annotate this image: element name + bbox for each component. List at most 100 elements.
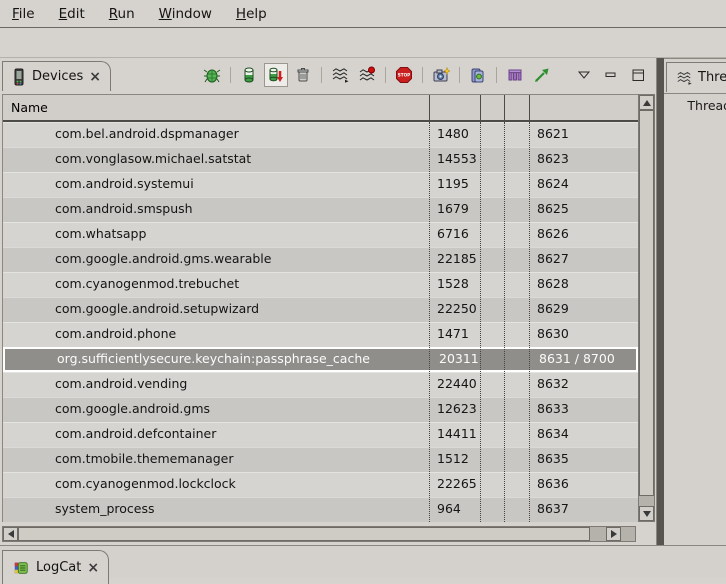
- horizontal-scrollbar-thumb[interactable]: [18, 527, 590, 541]
- table-row[interactable]: com.whatsapp 6716 8626: [3, 222, 638, 247]
- menu-window[interactable]: Window: [147, 6, 224, 22]
- heap-dump-icon: [267, 66, 285, 84]
- dump-hprof-button[interactable]: [264, 63, 288, 87]
- process-name: com.android.smspush: [55, 201, 193, 216]
- stats-bars-button[interactable]: [503, 63, 527, 87]
- toolbar-separator: [321, 67, 322, 83]
- column-divider[interactable]: [504, 95, 505, 120]
- threads-icon: [331, 66, 349, 84]
- update-threads-button[interactable]: [328, 63, 352, 87]
- column-header-name[interactable]: Name: [11, 100, 48, 115]
- threads-message-line2: (use toolbar button to enable): [664, 114, 726, 131]
- horizontal-scrollbar[interactable]: [2, 526, 636, 542]
- scroll-down-button[interactable]: [639, 506, 654, 521]
- column-gridline: [529, 122, 530, 522]
- table-row[interactable]: com.android.smspush 1679 8625: [3, 197, 638, 222]
- vertical-scrollbar[interactable]: [638, 94, 655, 522]
- tab-devices[interactable]: Devices ×: [2, 61, 111, 91]
- process-pid: 1195: [437, 176, 469, 191]
- cause-gc-button[interactable]: [291, 63, 315, 87]
- process-port: 8624: [537, 176, 569, 191]
- table-row[interactable]: system_process 964 8637: [3, 497, 638, 522]
- start-method-profiling-button[interactable]: [355, 63, 379, 87]
- process-name: com.android.phone: [55, 326, 176, 341]
- trend-arrow-button[interactable]: [530, 63, 554, 87]
- process-port: 8637: [537, 501, 569, 516]
- column-gridline: [429, 122, 430, 522]
- table-row[interactable]: com.android.vending 22440 8632: [3, 372, 638, 397]
- table-row[interactable]: com.vonglasow.michael.satstat 14553 8623: [3, 147, 638, 172]
- screen-record-button[interactable]: [466, 63, 490, 87]
- table-row[interactable]: com.google.android.setupwizard 22250 862…: [3, 297, 638, 322]
- tab-logcat[interactable]: LogCat ×: [2, 550, 109, 584]
- debug-process-button[interactable]: [200, 63, 224, 87]
- scroll-up-button[interactable]: [639, 95, 654, 110]
- process-port: 8625: [537, 201, 569, 216]
- coolbar-strip: [0, 28, 726, 58]
- table-row[interactable]: com.android.phone 1471 8630: [3, 322, 638, 347]
- table-row[interactable]: com.android.defcontainer 14411 8634: [3, 422, 638, 447]
- process-pid: 22185: [437, 251, 477, 266]
- vertical-scrollbar-thumb[interactable]: [639, 110, 654, 496]
- update-heap-button[interactable]: [237, 63, 261, 87]
- process-name: com.android.systemui: [55, 176, 194, 191]
- column-divider[interactable]: [529, 95, 530, 120]
- column-divider[interactable]: [480, 95, 481, 120]
- process-port: 8623: [537, 151, 569, 166]
- scroll-right-button[interactable]: [606, 527, 621, 541]
- stop-process-button[interactable]: STOP: [392, 63, 416, 87]
- process-pid: 12623: [437, 401, 477, 416]
- table-row[interactable]: com.android.systemui 1195 8624: [3, 172, 638, 197]
- menu-edit[interactable]: Edit: [47, 6, 97, 22]
- process-port: 8634: [537, 426, 569, 441]
- logcat-icon: [12, 560, 30, 576]
- process-name: com.android.vending: [55, 376, 187, 391]
- process-pid: 22250: [437, 301, 477, 316]
- table-row[interactable]: com.google.android.gms.wearable 22185 86…: [3, 247, 638, 272]
- process-pid: 1512: [437, 451, 469, 466]
- threads-tab-icon: [676, 70, 692, 86]
- process-pid: 14411: [437, 426, 477, 441]
- menu-run[interactable]: Run: [97, 6, 147, 22]
- process-name: com.google.android.setupwizard: [55, 301, 259, 316]
- column-divider[interactable]: [429, 95, 430, 120]
- process-port: 8627: [537, 251, 569, 266]
- table-row[interactable]: com.bel.android.dspmanager 1480 8621: [3, 122, 638, 147]
- devices-tabbar: Devices ×: [0, 58, 656, 92]
- close-icon[interactable]: ×: [87, 561, 99, 575]
- table-row[interactable]: com.google.android.gms 12623 8633: [3, 397, 638, 422]
- process-name: com.cyanogenmod.trebuchet: [55, 276, 239, 291]
- column-gridline: [504, 122, 505, 522]
- heap-cylinder-icon: [240, 66, 258, 84]
- devices-toolbar: STOP: [200, 64, 650, 86]
- main-area: Devices ×: [0, 58, 726, 545]
- bug-icon: [203, 66, 221, 84]
- table-row[interactable]: com.tmobile.thememanager 1512 8635: [3, 447, 638, 472]
- process-name: system_process: [55, 501, 154, 516]
- scroll-left-button[interactable]: [3, 527, 18, 541]
- process-name: com.whatsapp: [55, 226, 146, 241]
- process-port: 8630: [537, 326, 569, 341]
- process-port: 8629: [537, 301, 569, 316]
- menu-file[interactable]: File: [0, 6, 47, 22]
- camera-icon: [432, 66, 450, 84]
- column-gridline: [480, 122, 481, 522]
- table-row[interactable]: com.cyanogenmod.trebuchet 1528 8628: [3, 272, 638, 297]
- minimize-icon: [604, 69, 618, 81]
- view-menu-button[interactable]: [572, 63, 596, 87]
- minimize-button[interactable]: [599, 63, 623, 87]
- purple-bars-icon: [506, 66, 524, 84]
- table-row[interactable]: com.cyanogenmod.lockclock 22265 8636: [3, 472, 638, 497]
- process-pid: 964: [437, 501, 461, 516]
- menu-help[interactable]: Help: [224, 6, 279, 22]
- close-icon[interactable]: ×: [89, 70, 101, 84]
- table-header[interactable]: Name: [3, 94, 638, 122]
- screen-capture-button[interactable]: [429, 63, 453, 87]
- maximize-icon: [631, 69, 645, 82]
- table-row[interactable]: org.sufficientlysecure.keychain:passphra…: [3, 347, 638, 372]
- process-pid: 22265: [437, 476, 477, 491]
- tab-threads[interactable]: Threads: [666, 62, 726, 92]
- maximize-button[interactable]: [626, 63, 650, 87]
- process-port: 8635: [537, 451, 569, 466]
- right-arrow-icon: [611, 530, 617, 538]
